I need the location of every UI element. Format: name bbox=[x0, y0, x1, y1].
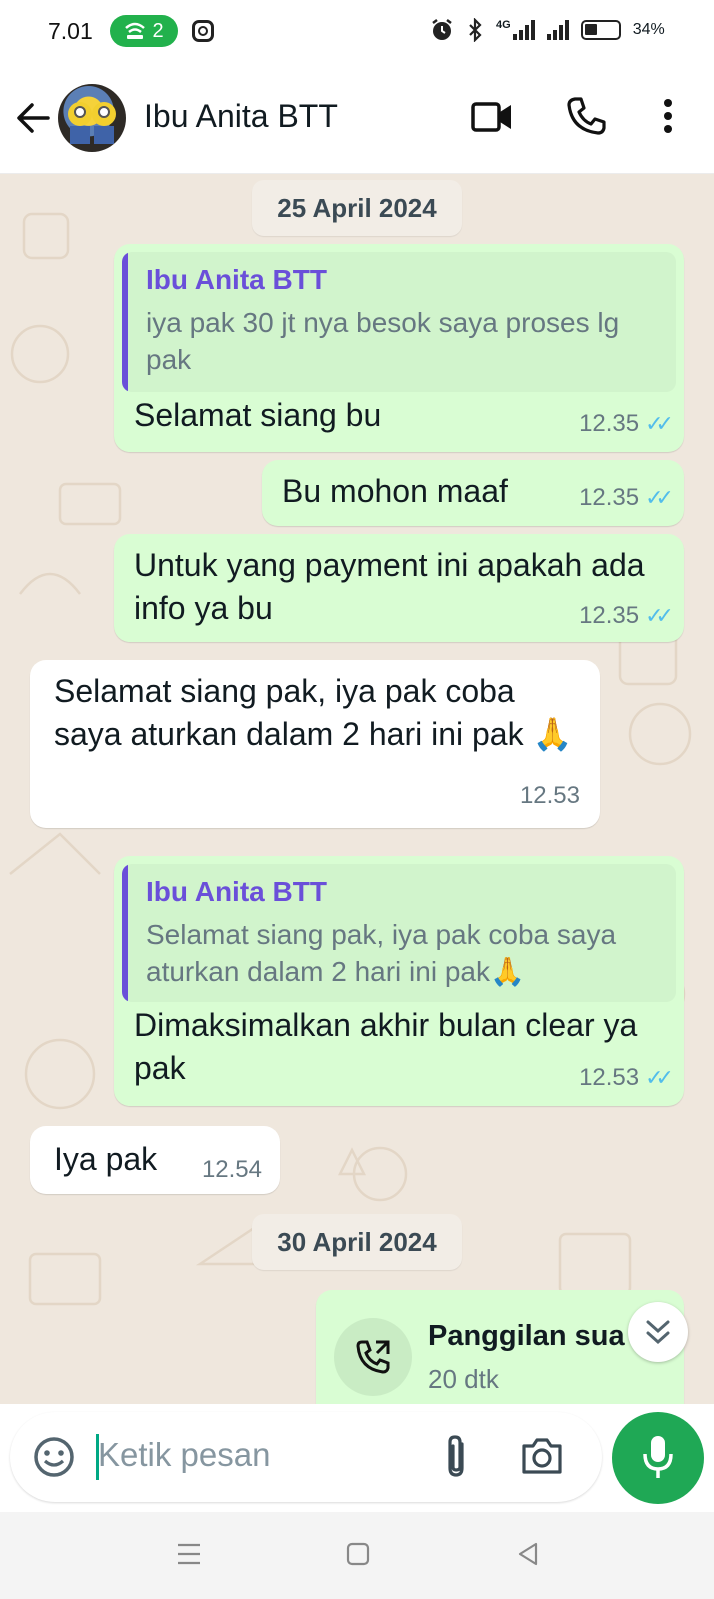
status-bar: 7.01 2 4G 34% bbox=[0, 0, 714, 64]
battery-percent: 34% bbox=[632, 21, 665, 38]
message-input[interactable]: Ketik pesan bbox=[98, 1436, 270, 1474]
call-title: Panggilan sua bbox=[428, 1320, 625, 1352]
back-arrow-icon[interactable] bbox=[14, 100, 52, 136]
message-meta: 12.35 ✓✓ bbox=[579, 602, 674, 630]
message-time: 12.53 bbox=[519, 782, 580, 809]
message-text: Bu mohon maaf bbox=[282, 473, 508, 509]
message-bubble-outgoing[interactable]: Ibu Anita BTT iya pak 30 jt nya besok sa… bbox=[114, 244, 684, 452]
signal-icon bbox=[546, 20, 569, 40]
avatar[interactable] bbox=[58, 84, 126, 152]
hotspot-badge: 2 bbox=[110, 15, 178, 47]
back-nav-icon[interactable] bbox=[516, 1542, 540, 1566]
menu-nav-icon[interactable] bbox=[176, 1542, 202, 1566]
wifi-hotspot-icon bbox=[125, 22, 146, 39]
message-meta: 12.35 ✓✓ bbox=[579, 484, 674, 512]
instagram-notification-icon bbox=[192, 20, 214, 42]
read-ticks-icon: ✓✓ bbox=[645, 411, 674, 436]
message-meta: 12.35 ✓✓ bbox=[579, 410, 674, 438]
message-composer[interactable]: Ketik pesan bbox=[10, 1412, 602, 1502]
avatar-image bbox=[68, 102, 116, 144]
signal-4g-icon: 4G bbox=[496, 20, 535, 40]
date-chip: 25 April 2024 bbox=[252, 180, 462, 236]
read-ticks-icon: ✓✓ bbox=[645, 485, 674, 510]
message-bubble-incoming[interactable]: Selamat siang pak, iya pak coba saya atu… bbox=[30, 660, 600, 828]
quoted-message[interactable]: Ibu Anita BTT iya pak 30 jt nya besok sa… bbox=[122, 252, 676, 392]
outgoing-call-icon bbox=[356, 1340, 390, 1374]
message-time: 12.35 bbox=[579, 410, 640, 437]
message-text: Untuk yang payment ini apakah ada info y… bbox=[134, 547, 645, 626]
alarm-icon bbox=[432, 19, 452, 40]
status-time: 7.01 bbox=[48, 18, 93, 44]
date-chip: 30 April 2024 bbox=[252, 1214, 462, 1270]
microphone-icon bbox=[643, 1436, 673, 1478]
chat-area[interactable]: 25 April 2024 Ibu Anita BTT iya pak 30 j… bbox=[0, 174, 714, 1404]
message-time: 12.54 bbox=[201, 1156, 262, 1183]
quoted-sender: Ibu Anita BTT bbox=[146, 264, 327, 295]
quoted-text: Selamat siang pak, iya pak coba saya atu… bbox=[146, 919, 617, 987]
read-ticks-icon: ✓✓ bbox=[645, 1065, 674, 1090]
call-icon-circle bbox=[334, 1318, 412, 1396]
voice-call-icon[interactable] bbox=[566, 96, 606, 136]
read-ticks-icon: ✓✓ bbox=[645, 603, 674, 628]
status-icons: 4G 34% bbox=[430, 18, 665, 42]
message-bubble-outgoing[interactable]: Untuk yang payment ini apakah ada info y… bbox=[114, 534, 684, 642]
message-text: Selamat siang pak, iya pak coba saya atu… bbox=[54, 673, 573, 752]
call-duration: 20 dtk bbox=[428, 1364, 499, 1394]
quoted-sender: Ibu Anita BTT bbox=[146, 876, 327, 907]
hotspot-count: 2 bbox=[152, 19, 164, 42]
message-meta: 12.53 ✓✓ bbox=[579, 1064, 674, 1092]
battery-icon bbox=[580, 20, 621, 40]
call-log-bubble[interactable]: Panggilan sua 20 dtk bbox=[316, 1290, 684, 1404]
quoted-text: iya pak 30 jt nya besok saya proses lg p… bbox=[146, 307, 620, 375]
video-call-icon[interactable] bbox=[470, 98, 514, 136]
scroll-to-bottom-button[interactable] bbox=[628, 1302, 688, 1362]
system-navigation-bar bbox=[0, 1512, 714, 1599]
message-bubble-incoming[interactable]: Iya pak 12.54 bbox=[30, 1126, 280, 1194]
quoted-message[interactable]: Ibu Anita BTT Selamat siang pak, iya pak… bbox=[122, 864, 676, 1002]
quote-accent-bar bbox=[122, 252, 128, 392]
message-time: 12.35 bbox=[579, 602, 640, 629]
message-bubble-outgoing[interactable]: Ibu Anita BTT Selamat siang pak, iya pak… bbox=[114, 856, 684, 1106]
message-text: Iya pak bbox=[54, 1141, 158, 1177]
attach-icon[interactable] bbox=[442, 1434, 472, 1480]
message-text: Selamat siang bu bbox=[134, 397, 382, 433]
more-options-icon[interactable] bbox=[662, 98, 674, 134]
camera-icon[interactable] bbox=[520, 1436, 564, 1476]
double-chevron-down-icon bbox=[646, 1320, 670, 1345]
emoji-icon[interactable] bbox=[32, 1435, 76, 1479]
contact-name[interactable]: Ibu Anita BTT bbox=[144, 98, 338, 135]
message-time: 12.35 bbox=[579, 484, 640, 511]
message-bubble-outgoing[interactable]: Bu mohon maaf 12.35 ✓✓ bbox=[262, 460, 684, 526]
voice-message-button[interactable] bbox=[612, 1412, 704, 1504]
message-time: 12.53 bbox=[579, 1064, 640, 1091]
quote-accent-bar bbox=[122, 864, 128, 1002]
chat-header: Ibu Anita BTT bbox=[0, 64, 714, 174]
network-type: 4G bbox=[496, 19, 511, 31]
home-nav-icon[interactable] bbox=[346, 1542, 370, 1566]
bluetooth-icon bbox=[469, 18, 482, 42]
